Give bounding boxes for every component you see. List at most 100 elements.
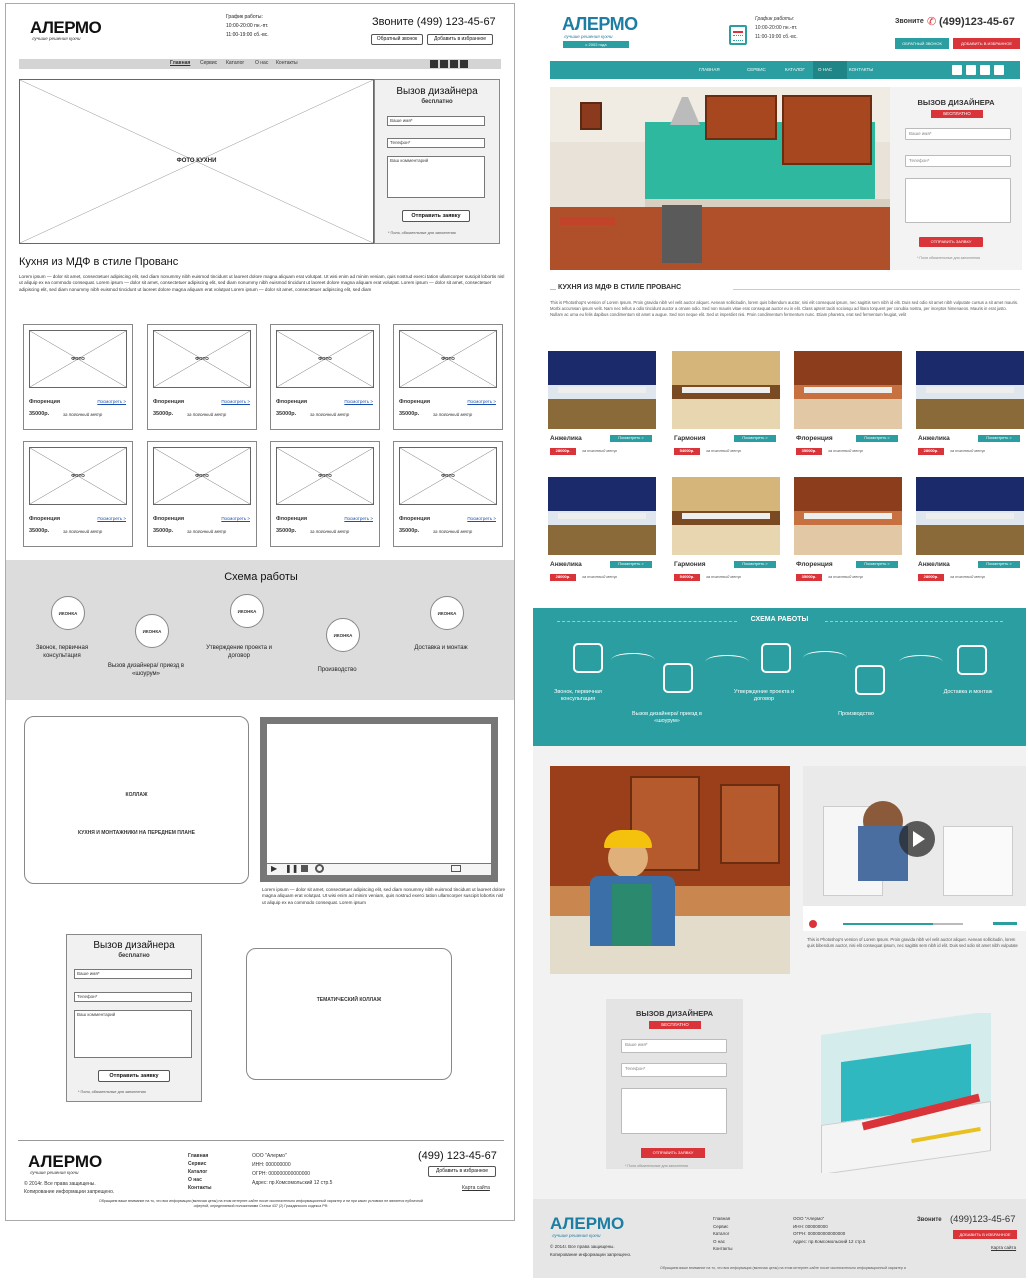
wf-footer-link[interactable]: О нас bbox=[188, 1176, 212, 1184]
mk-card-link[interactable]: Посмотреть > bbox=[734, 561, 776, 568]
mk-bottom-submit-button[interactable]: ОТПРАВИТЬ ЗАЯВКУ bbox=[641, 1148, 705, 1158]
mk-footer-sitemap[interactable]: Карта сайта bbox=[991, 1245, 1016, 1250]
mk-footer-fav-button[interactable]: ДОБАВИТЬ В ИЗБРАННОЕ bbox=[953, 1230, 1017, 1239]
wf-product-card[interactable]: ФОТО Флоренция Посмотреть > 35000р. за погон… bbox=[393, 441, 503, 547]
mk-bottom-name-input[interactable]: Ваше имя* bbox=[621, 1039, 727, 1053]
mk-phone-input[interactable]: Телефон* bbox=[905, 155, 1011, 167]
mk-nav-service[interactable]: СЕРВИС bbox=[747, 67, 766, 72]
wf-play-icon[interactable]: ▶ bbox=[271, 864, 277, 873]
volume-icon[interactable] bbox=[993, 922, 1017, 925]
mk-product-card[interactable]: Анжелика Посмотреть > 28000р. за погонный м… bbox=[548, 351, 656, 469]
wf-bottom-name-input[interactable]: Ваше имя* bbox=[74, 969, 192, 979]
wf-bottom-comment-textarea[interactable]: Ваш комментарий bbox=[74, 1010, 192, 1058]
mk-footer-link[interactable]: О нас bbox=[713, 1238, 732, 1246]
wf-footer-phone[interactable]: (499) 123-45-67 bbox=[418, 1150, 497, 1162]
wf-record-icon[interactable] bbox=[315, 864, 324, 873]
wf-footer-link[interactable]: Каталог bbox=[188, 1168, 212, 1176]
wf-product-card[interactable]: ФОТО Флоренция Посмотреть > 35000р. за погон… bbox=[270, 324, 380, 430]
wf-footer-link[interactable]: Контакты bbox=[188, 1184, 212, 1192]
mk-footer-link[interactable]: Каталог bbox=[713, 1230, 732, 1238]
wf-card-link[interactable]: Посмотреть > bbox=[344, 516, 373, 521]
mk-product-card[interactable]: Анжелика Посмотреть > 28000р. за погонный м… bbox=[916, 477, 1024, 595]
wf-card-link[interactable]: Посмотреть > bbox=[344, 399, 373, 404]
wf-social-icon-1[interactable] bbox=[430, 60, 438, 68]
wf-nav-service[interactable]: Сервис bbox=[200, 60, 217, 66]
mk-footer-link[interactable]: Сервис bbox=[713, 1223, 732, 1231]
mk-video-player[interactable] bbox=[803, 766, 1026, 918]
wf-product-card[interactable]: ФОТО Флоренция Посмотреть > 35000р. за погон… bbox=[270, 441, 380, 547]
wf-nav-home[interactable]: Главная bbox=[170, 60, 190, 66]
mk-footer-phone[interactable]: (499)123-45-67 bbox=[950, 1214, 1016, 1225]
mk-card-link[interactable]: Посмотреть > bbox=[610, 561, 652, 568]
mk-card-link[interactable]: Посмотреть > bbox=[978, 435, 1020, 442]
wf-nav-about[interactable]: О нас bbox=[255, 60, 268, 66]
mk-bottom-comment-textarea[interactable] bbox=[621, 1088, 727, 1134]
mk-nav-home[interactable]: ГЛАВНАЯ bbox=[699, 67, 720, 72]
wf-phone-input[interactable]: Телефон* bbox=[387, 138, 485, 148]
wf-product-card[interactable]: ФОТО Флоренция Посмотреть > 35000р. за погон… bbox=[23, 441, 133, 547]
wf-social-icon-3[interactable] bbox=[450, 60, 458, 68]
wf-card-link[interactable]: Посмотреть > bbox=[467, 516, 496, 521]
mk-card-link[interactable]: Посмотреть > bbox=[610, 435, 652, 442]
mk-footer-link[interactable]: Главная bbox=[713, 1215, 732, 1223]
wf-social-icon-4[interactable] bbox=[460, 60, 468, 68]
wf-pause-icon[interactable]: ❚❚ bbox=[285, 864, 298, 873]
wf-card-link[interactable]: Посмотреть > bbox=[97, 516, 126, 521]
instagram-icon[interactable] bbox=[994, 65, 1004, 75]
wf-stop-icon[interactable] bbox=[301, 865, 308, 872]
wf-favorite-button[interactable]: Добавить в избранное bbox=[427, 34, 493, 45]
social-icon-1[interactable] bbox=[952, 65, 962, 75]
wf-footer-link[interactable]: Сервис bbox=[188, 1160, 212, 1168]
play-icon[interactable] bbox=[899, 821, 935, 857]
mk-product-card[interactable]: Гармония Посмотреть > 54000р. за погонный м… bbox=[672, 351, 780, 469]
wf-name-input[interactable]: Ваше имя* bbox=[387, 116, 485, 126]
wf-product-card[interactable]: ФОТО Флоренция Посмотреть > 35000р. за погон… bbox=[393, 324, 503, 430]
wf-footer-fav-button[interactable]: Добавить в избранное bbox=[428, 1166, 496, 1177]
wf-video-player[interactable]: ▶ ❚❚ bbox=[260, 717, 498, 882]
mk-submit-button[interactable]: ОТПРАВИТЬ ЗАЯВКУ bbox=[919, 237, 983, 247]
wf-product-card[interactable]: ФОТО Флоренция Посмотреть > 35000р. за погон… bbox=[147, 441, 257, 547]
wf-logo[interactable]: АЛЕРМО bbox=[30, 18, 102, 38]
mk-logo[interactable]: АЛЕРМО bbox=[562, 14, 638, 35]
wf-bottom-phone-input[interactable]: Телефон* bbox=[74, 992, 192, 1002]
mk-phone[interactable]: (499)123-45-67 bbox=[939, 16, 1015, 28]
mk-nav-about[interactable]: О НАС bbox=[818, 67, 832, 72]
wf-card-link[interactable]: Посмотреть > bbox=[467, 399, 496, 404]
mk-product-card[interactable]: Гармония Посмотреть > 54000р. за погонный м… bbox=[672, 477, 780, 595]
mk-card-link[interactable]: Посмотреть > bbox=[978, 561, 1020, 568]
mk-footer-link[interactable]: Контакты bbox=[713, 1245, 732, 1253]
mk-card-link[interactable]: Посмотреть > bbox=[856, 435, 898, 442]
mk-nav-contacts[interactable]: КОНТАКТЫ bbox=[849, 67, 873, 72]
wf-card-link[interactable]: Посмотреть > bbox=[221, 516, 250, 521]
mk-video-progress[interactable] bbox=[843, 923, 933, 925]
mk-product-card[interactable]: Флоренция Посмотреть > 35000р. за погонный … bbox=[794, 477, 902, 595]
mk-product-card[interactable]: Анжелика Посмотреть > 28000р. за погонный м… bbox=[548, 477, 656, 595]
mk-fav-button[interactable]: ДОБАВИТЬ В ИЗБРАННОЕ bbox=[953, 38, 1020, 49]
wf-card-link[interactable]: Посмотреть > bbox=[221, 399, 250, 404]
mk-callback-button[interactable]: ОБРАТНЫЙ ЗВОНОК bbox=[895, 38, 949, 49]
twitter-icon[interactable] bbox=[980, 65, 990, 75]
mk-comment-textarea[interactable] bbox=[905, 178, 1011, 223]
wf-footer-link[interactable]: Главная bbox=[188, 1152, 212, 1160]
wf-card-link[interactable]: Посмотреть > bbox=[97, 399, 126, 404]
mk-name-input[interactable]: Ваше имя* bbox=[905, 128, 1011, 140]
wf-nav-catalog[interactable]: Каталог bbox=[226, 60, 244, 66]
mk-card-link[interactable]: Посмотреть > bbox=[856, 561, 898, 568]
mk-footer-logo[interactable]: АЛЕРМО bbox=[550, 1214, 624, 1234]
mk-nav-catalog[interactable]: КАТАЛОГ bbox=[785, 67, 805, 72]
wf-comment-textarea[interactable]: Ваш комментарий bbox=[387, 156, 485, 198]
wf-phone[interactable]: Звоните (499) 123-45-67 bbox=[372, 16, 496, 28]
wf-callback-button[interactable]: Обратный звонок bbox=[371, 34, 423, 45]
mk-product-card[interactable]: Анжелика Посмотреть > 28000р. за погонный м… bbox=[916, 351, 1024, 469]
wf-fullscreen-icon[interactable] bbox=[451, 865, 461, 872]
mk-product-card[interactable]: Флоренция Посмотреть > 35000р. за погонный … bbox=[794, 351, 902, 469]
mk-card-link[interactable]: Посмотреть > bbox=[734, 435, 776, 442]
wf-nav-contacts[interactable]: Контакты bbox=[276, 60, 298, 66]
mk-video-play-icon[interactable] bbox=[809, 920, 817, 928]
wf-social-icon-2[interactable] bbox=[440, 60, 448, 68]
wf-footer-sitemap[interactable]: Карта сайта bbox=[462, 1185, 490, 1191]
wf-product-card[interactable]: ФОТО Флоренция Посмотреть > 35000р. за погон… bbox=[23, 324, 133, 430]
wf-product-card[interactable]: ФОТО Флоренция Посмотреть > 35000р. за погон… bbox=[147, 324, 257, 430]
facebook-icon[interactable] bbox=[966, 65, 976, 75]
wf-bottom-submit-button[interactable]: Отправить заявку bbox=[98, 1070, 170, 1082]
